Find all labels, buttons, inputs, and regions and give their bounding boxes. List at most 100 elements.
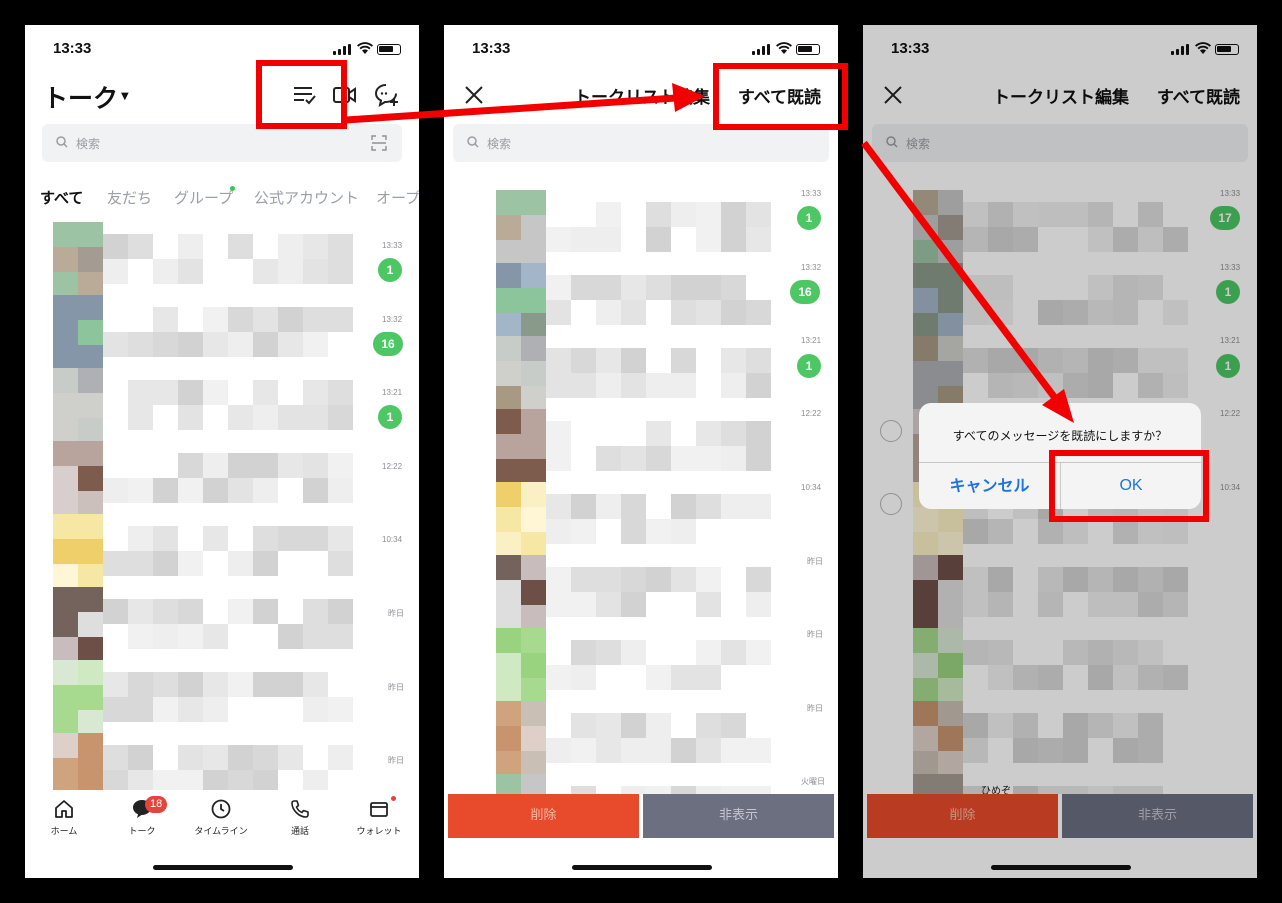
mosaic-cell	[78, 320, 103, 345]
timestamp: 火曜日	[801, 777, 825, 786]
hide-button[interactable]: 非表示	[643, 794, 834, 838]
mosaic-cell	[671, 519, 696, 544]
tab-official-accounts[interactable]: 公式アカウント	[254, 187, 359, 208]
phone-screen-talk-list: 13:33 トーク ▼ 検索 すべて 友だち グループ 公式アカウント オープ …	[25, 25, 419, 878]
mosaic-cell	[128, 672, 153, 697]
mosaic-cell	[153, 551, 178, 576]
timestamp: 昨日	[807, 704, 823, 713]
nav-home[interactable]: ホーム	[34, 798, 94, 837]
mosaic-cell	[571, 519, 596, 544]
mosaic-cell	[278, 526, 303, 551]
mosaic-cell	[571, 373, 596, 398]
mosaic-cell	[178, 478, 203, 503]
mosaic-cell	[746, 786, 771, 794]
mosaic-cell	[496, 628, 521, 653]
mosaic-cell	[671, 786, 696, 794]
mosaic-cell	[571, 713, 596, 738]
mosaic-cell	[103, 672, 128, 697]
mosaic-cell	[153, 332, 178, 357]
mosaic-cell	[253, 770, 278, 790]
tab-friends[interactable]: 友だち	[107, 187, 152, 208]
unread-badge: 16	[373, 332, 403, 356]
timestamp: 13:21	[801, 336, 822, 345]
mosaic-cell	[178, 234, 203, 259]
mosaic-cell	[203, 478, 228, 503]
mosaic-cell	[671, 665, 696, 690]
mosaic-cell	[546, 421, 571, 446]
mosaic-cell	[721, 494, 746, 519]
nav-timeline[interactable]: タイムライン	[191, 798, 251, 837]
mosaic-cell	[746, 738, 771, 763]
mosaic-cell	[178, 697, 203, 722]
tab-open-chat[interactable]: オープ	[376, 187, 419, 208]
timestamp: 13:33	[801, 189, 822, 198]
nav-wallet[interactable]: ウォレット	[349, 796, 409, 837]
mosaic-cell	[521, 288, 546, 313]
mosaic-cell	[671, 275, 696, 300]
mosaic-cell	[303, 453, 328, 478]
phone-screen-edit-list: 13:33 トークリスト編集 すべて既読 検索 13:33 1 13:32 16…	[444, 25, 838, 878]
qr-scan-icon[interactable]	[371, 135, 387, 151]
mosaic-cell	[571, 640, 596, 665]
nav-call[interactable]: 通話	[270, 798, 330, 837]
mosaic-cell	[621, 786, 646, 794]
mosaic-cell	[521, 434, 546, 459]
tab-all[interactable]: すべて	[40, 187, 83, 208]
page-title[interactable]: トーク	[43, 79, 118, 115]
mosaic-cell	[128, 234, 153, 259]
mosaic-cell	[521, 701, 546, 726]
mosaic-cell	[521, 409, 546, 434]
cancel-button[interactable]: キャンセル	[919, 462, 1060, 509]
mosaic-cell	[228, 745, 253, 770]
mosaic-cell	[621, 494, 646, 519]
mosaic-cell	[53, 587, 78, 612]
nav-talk[interactable]: 18 トーク	[112, 796, 172, 837]
mosaic-cell	[721, 738, 746, 763]
chat-list-pixelated	[53, 222, 353, 790]
mosaic-cell	[53, 539, 78, 564]
delete-button[interactable]: 削除	[448, 794, 639, 838]
mosaic-cell	[521, 580, 546, 605]
mosaic-cell	[646, 446, 671, 471]
mosaic-cell	[721, 348, 746, 373]
signal-icon	[752, 44, 770, 55]
mosaic-cell	[746, 640, 771, 665]
mosaic-cell	[103, 551, 128, 576]
mosaic-cell	[546, 300, 571, 325]
new-chat-icon[interactable]	[374, 82, 400, 108]
mosaic-cell	[253, 526, 278, 551]
home-icon	[55, 800, 73, 818]
mosaic-cell	[521, 386, 546, 411]
mosaic-cell	[496, 409, 521, 434]
tab-groups[interactable]: グループ	[174, 187, 233, 208]
mosaic-cell	[546, 494, 571, 519]
mosaic-cell	[253, 380, 278, 405]
chevron-down-icon[interactable]: ▼	[121, 91, 129, 102]
mosaic-cell	[696, 640, 721, 665]
mosaic-cell	[328, 526, 353, 551]
mosaic-cell	[496, 482, 521, 507]
mosaic-cell	[203, 624, 228, 649]
mosaic-cell	[153, 770, 178, 790]
status-bar: 13:33	[25, 25, 419, 75]
wallet-new-dot	[391, 796, 396, 801]
close-icon[interactable]	[464, 85, 484, 105]
mosaic-cell	[746, 446, 771, 471]
mosaic-cell	[128, 332, 153, 357]
mosaic-cell	[721, 421, 746, 446]
mosaic-cell	[53, 418, 78, 443]
mosaic-cell	[496, 361, 521, 386]
highlight-read-all-button	[713, 63, 848, 130]
mosaic-cell	[521, 482, 546, 507]
mosaic-cell	[228, 234, 253, 259]
mosaic-cell	[596, 227, 621, 252]
search-input[interactable]: 検索	[42, 124, 402, 162]
mosaic-cell	[78, 660, 103, 685]
mosaic-cell	[721, 713, 746, 738]
mosaic-cell	[303, 234, 328, 259]
mosaic-cell	[621, 300, 646, 325]
mosaic-cell	[203, 453, 228, 478]
mosaic-cell	[303, 380, 328, 405]
mosaic-cell	[53, 564, 78, 589]
timestamp: 12:22	[382, 462, 403, 471]
